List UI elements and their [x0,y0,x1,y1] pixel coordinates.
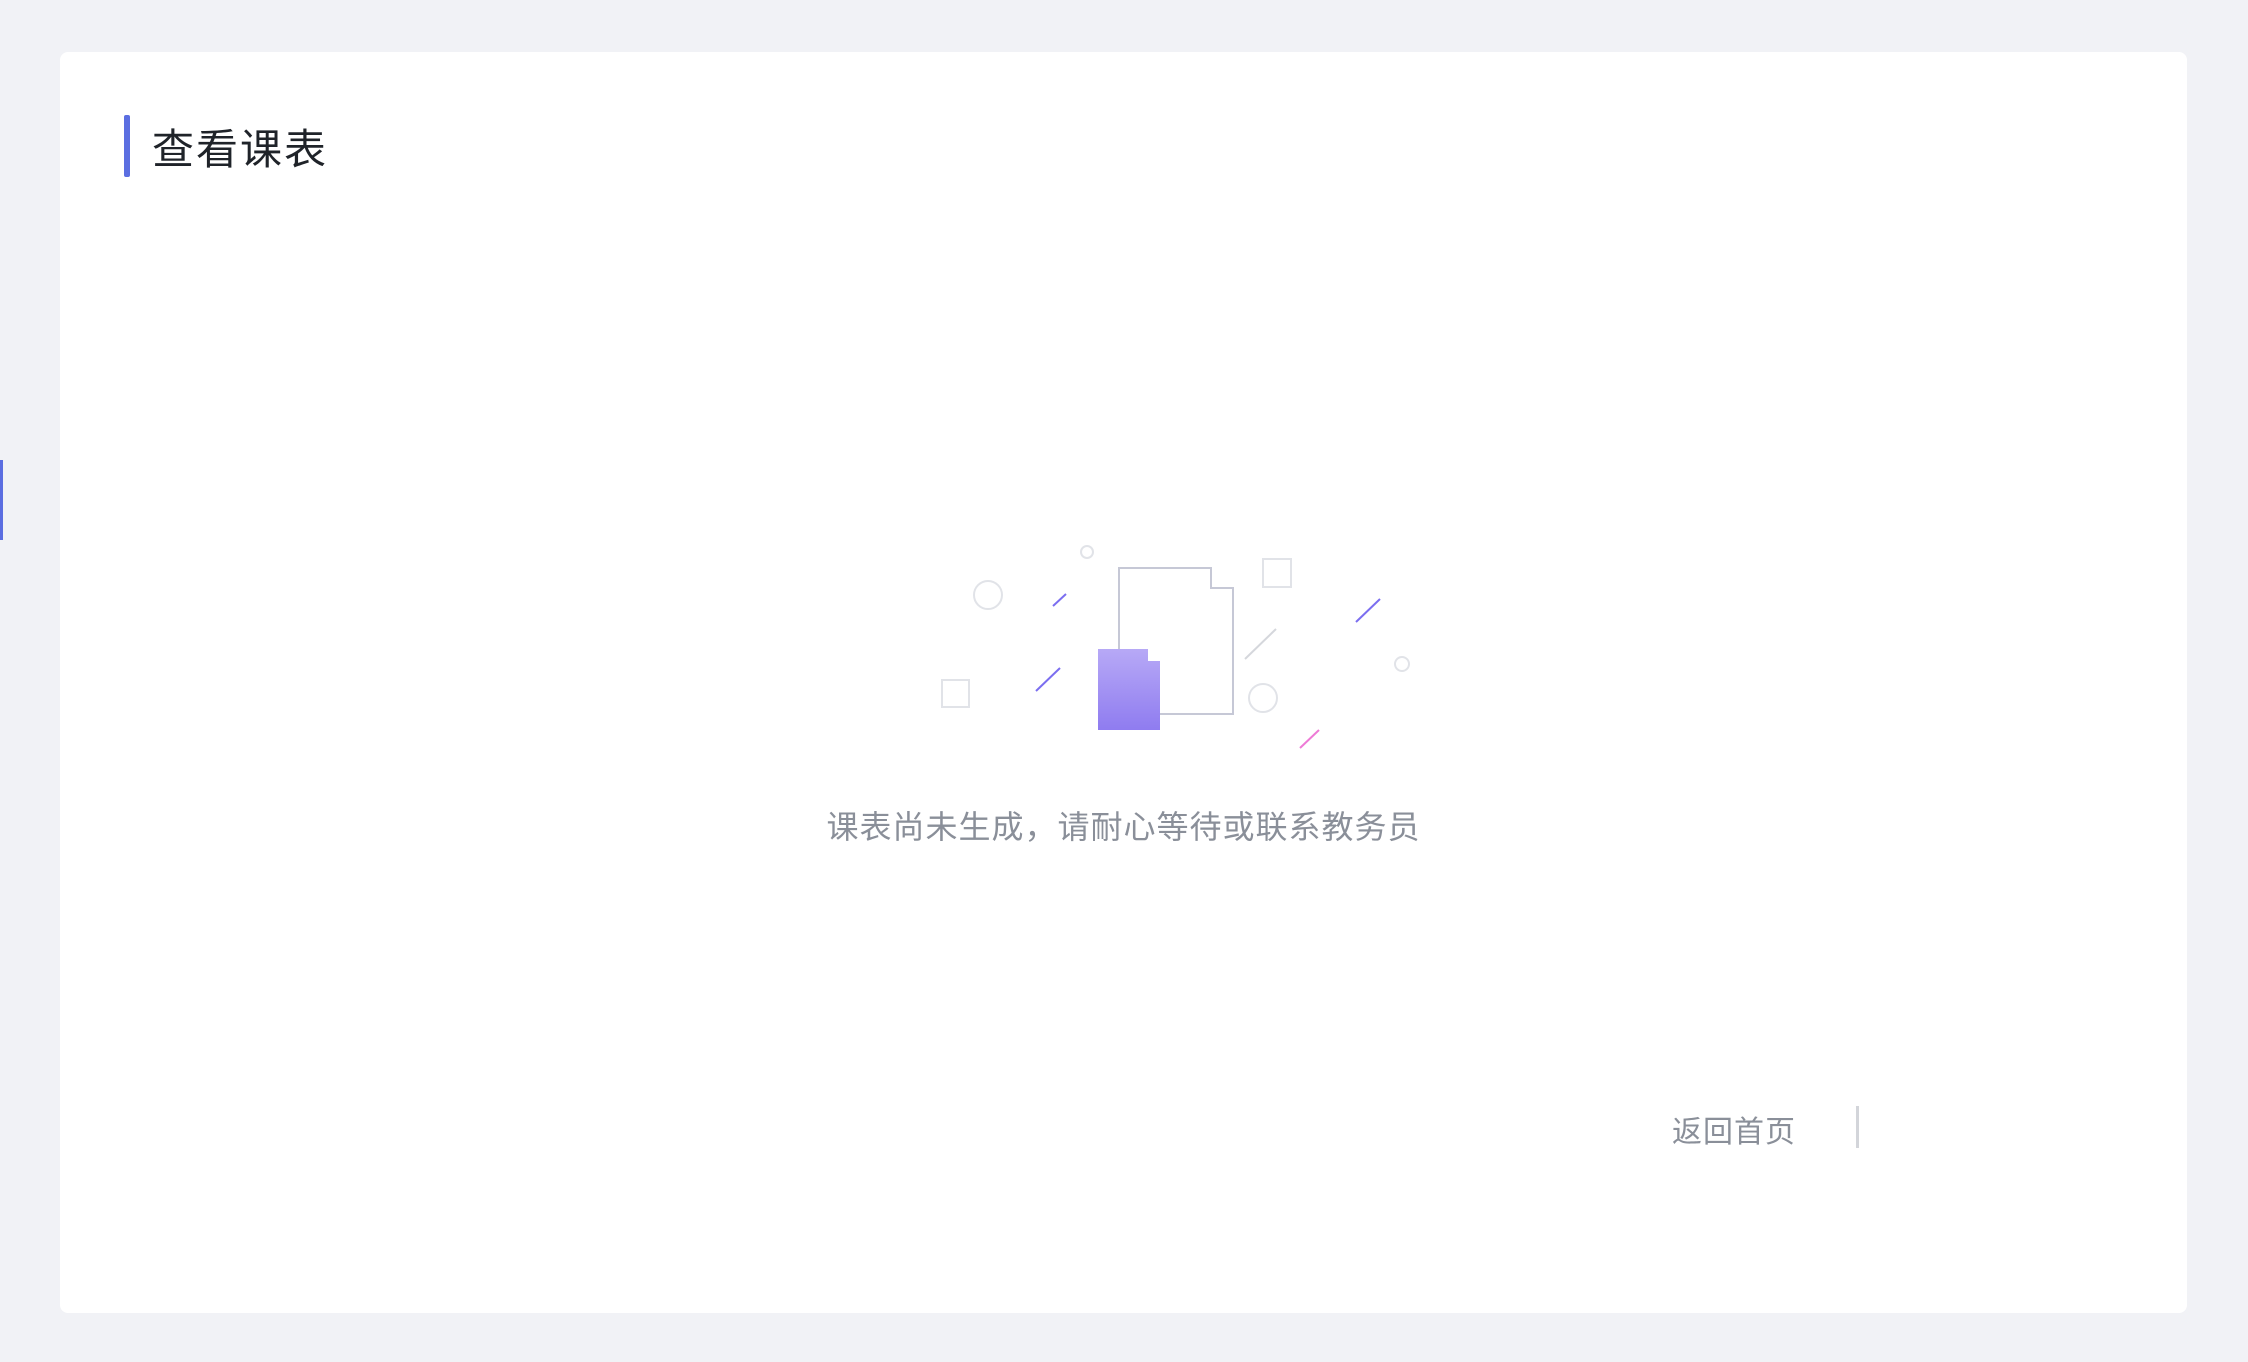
content-card: 查看课表 课表尚未生成，请耐心等待或联系教务员 [60,52,2187,1313]
page-title: 查看课表 [152,124,329,174]
action-divider [1856,1106,1859,1148]
empty-state-message: 课表尚未生成，请耐心等待或联系教务员 [826,808,1421,846]
title-accent-bar [124,115,130,177]
side-tab-indicator [0,460,3,540]
page-header: 查看课表 [124,114,328,178]
back-home-label: 返回首页 [1672,1115,1796,1150]
back-home-button[interactable]: 返回首页 [1672,1105,1796,1153]
empty-document-icon [941,545,1410,749]
